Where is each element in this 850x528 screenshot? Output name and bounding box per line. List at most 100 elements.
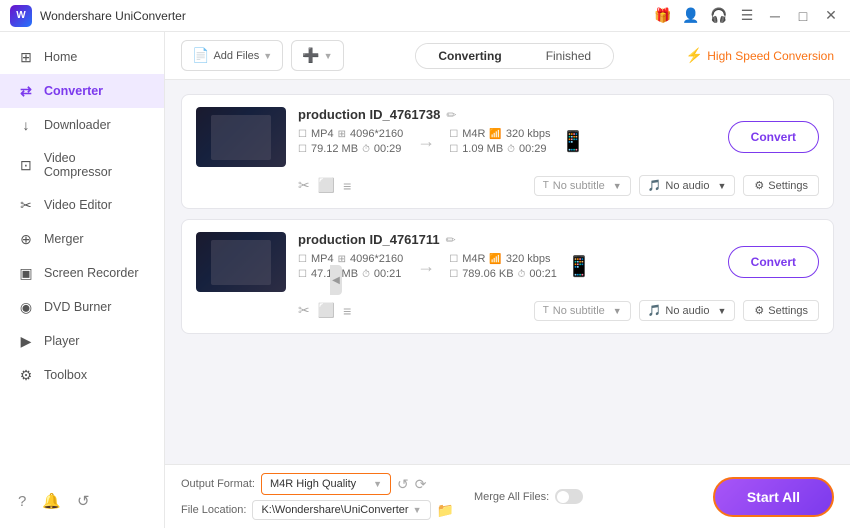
- to-format-icon-2: ☐: [449, 254, 458, 265]
- titlebar: W Wondershare UniConverter 🎁 👤 🎧 ☰ ─ □ ✕: [0, 0, 850, 32]
- from-res-1: 4096*2160: [350, 128, 403, 140]
- to-duration-1: 00:29: [519, 143, 547, 155]
- settings-button-1[interactable]: ⚙ Settings: [743, 175, 819, 196]
- edit-icon-2[interactable]: ✏: [446, 233, 456, 247]
- thumb-silhouette-2: [211, 240, 271, 285]
- sidebar-item-video-compressor[interactable]: ⊡ Video Compressor: [0, 142, 164, 188]
- convert-arrow-1: →: [417, 131, 435, 152]
- app-title: Wondershare UniConverter: [40, 9, 186, 23]
- user-icon[interactable]: 👤: [682, 7, 700, 25]
- output-format-label: Output Format:: [181, 478, 255, 490]
- sidebar-item-home[interactable]: ⊞ Home: [0, 40, 164, 74]
- effects-icon-1[interactable]: ≡: [343, 178, 351, 194]
- convert-button-2[interactable]: Convert: [728, 246, 819, 278]
- start-all-button[interactable]: Start All: [713, 477, 834, 517]
- output-format-chevron: ▼: [373, 479, 382, 489]
- subtitle-icon-1: T: [543, 180, 549, 191]
- to-dur-icon-1: ⏱: [507, 144, 515, 155]
- res-icon-1: ⊞: [338, 129, 346, 140]
- toolbox-icon: ⚙: [18, 367, 34, 383]
- to-duration-2: 00:21: [529, 268, 557, 280]
- refresh-icon-1[interactable]: ↺: [397, 476, 409, 493]
- subtitle-chevron-1: ▼: [613, 181, 622, 191]
- open-folder-icon[interactable]: 📁: [437, 502, 454, 519]
- edit-icon-1[interactable]: ✏: [446, 108, 456, 122]
- device-icon-area-2: 📱: [567, 254, 592, 279]
- output-format-value: M4R High Quality: [270, 478, 356, 490]
- sidebar-item-converter[interactable]: ⇄ Converter: [0, 74, 164, 108]
- audio-select-1[interactable]: 🎵 No audio ▼: [639, 175, 736, 196]
- video-editor-icon: ✂: [18, 197, 34, 213]
- crop-icon-1[interactable]: ⬜: [318, 177, 335, 194]
- effects-icon-2[interactable]: ≡: [343, 303, 351, 319]
- to-size-icon-2: ☐: [449, 269, 458, 280]
- refresh-icon-2[interactable]: ⟳: [415, 476, 427, 493]
- sidebar-item-toolbox[interactable]: ⚙ Toolbox: [0, 358, 164, 392]
- sidebar-label-video-compressor: Video Compressor: [44, 151, 146, 179]
- help-icon[interactable]: ?: [18, 493, 26, 510]
- format-icon-1: ☐: [298, 129, 307, 140]
- sidebar-item-downloader[interactable]: ↓ Downloader: [0, 108, 164, 142]
- add-files-button[interactable]: 📄 Add Files ▼: [181, 40, 283, 71]
- sidebar-item-merger[interactable]: ⊕ Merger: [0, 222, 164, 256]
- meta-to-2: ☐ M4R 📶 320 kbps ☐ 789.06 KB ⏱ 00:21: [449, 253, 557, 280]
- file-card-controls-2: ✂ ⬜ ≡ T No subtitle ▼ 🎵 No audio ▼: [196, 300, 819, 321]
- sidebar-label-dvd-burner: DVD Burner: [44, 300, 111, 314]
- convert-button-1[interactable]: Convert: [728, 121, 819, 153]
- device-icon-1: 📱: [561, 129, 586, 154]
- notification-icon[interactable]: 🔔: [42, 492, 61, 510]
- close-button[interactable]: ✕: [822, 7, 840, 25]
- file-location-select[interactable]: K:\Wondershare\UniConverter ▼: [252, 500, 430, 520]
- sidebar-item-player[interactable]: ▶ Player: [0, 324, 164, 358]
- to-size-2: 789.06 KB: [462, 268, 513, 280]
- file-location-label: File Location:: [181, 504, 246, 516]
- to-bitrate-icon-1: 📶: [489, 129, 501, 140]
- output-format-select[interactable]: M4R High Quality ▼: [261, 473, 391, 495]
- bottom-bar: Output Format: M4R High Quality ▼ ↺ ⟳ Fi…: [165, 464, 850, 528]
- from-duration-2: 00:21: [374, 268, 402, 280]
- menu-icon[interactable]: ☰: [738, 7, 756, 25]
- sidebar-nav: ⊞ Home ⇄ Converter ↓ Downloader ⊡ Video …: [0, 40, 164, 392]
- subtitle-select-2[interactable]: T No subtitle ▼: [534, 301, 631, 321]
- minimize-button[interactable]: ─: [766, 7, 784, 25]
- titlebar-left: W Wondershare UniConverter: [10, 5, 186, 27]
- sidebar-item-screen-recorder[interactable]: ▣ Screen Recorder: [0, 256, 164, 290]
- gift-icon[interactable]: 🎁: [654, 7, 672, 25]
- crop-icon-2[interactable]: ⬜: [318, 302, 335, 319]
- from-duration-1: 00:29: [374, 143, 402, 155]
- high-speed-label: High Speed Conversion: [707, 49, 834, 63]
- audio-select-2[interactable]: 🎵 No audio ▼: [639, 300, 736, 321]
- high-speed-conversion[interactable]: ⚡ High Speed Conversion: [686, 47, 834, 64]
- file-info-2: production ID_4761711 ✏ ☐ MP4 ⊞ 4096*216…: [298, 232, 716, 280]
- sidebar-item-dvd-burner[interactable]: ◉ DVD Burner: [0, 290, 164, 324]
- subtitle-select-1[interactable]: T No subtitle ▼: [534, 176, 631, 196]
- sidebar-item-video-editor[interactable]: ✂ Video Editor: [0, 188, 164, 222]
- sync-icon[interactable]: ↺: [77, 492, 90, 510]
- downloader-icon: ↓: [18, 117, 34, 133]
- merge-label: Merge All Files:: [474, 491, 549, 503]
- headset-icon[interactable]: 🎧: [710, 7, 728, 25]
- file-location-value: K:\Wondershare\UniConverter: [261, 504, 408, 516]
- tab-converting[interactable]: Converting: [416, 44, 523, 68]
- thumb-inner-2: [196, 232, 286, 292]
- to-format-icon-1: ☐: [449, 129, 458, 140]
- from-res-2: 4096*2160: [350, 253, 403, 265]
- output-section: Output Format: M4R High Quality ▼ ↺ ⟳ Fi…: [181, 473, 454, 520]
- cut-icon-1[interactable]: ✂: [298, 177, 310, 194]
- sidebar-label-video-editor: Video Editor: [44, 198, 112, 212]
- sidebar-collapse-handle[interactable]: ◀: [330, 265, 342, 295]
- tab-finished[interactable]: Finished: [524, 44, 613, 68]
- audio-icon-2: 🎵: [648, 304, 662, 317]
- add-files-dropdown-icon: ▼: [263, 51, 272, 61]
- file-location-row: File Location: K:\Wondershare\UniConvert…: [181, 500, 454, 520]
- merge-toggle[interactable]: [555, 489, 583, 504]
- add-more-button[interactable]: ➕ ▼: [291, 40, 343, 71]
- file-card-1: production ID_4761738 ✏ ☐ MP4 ⊞ 4096*216…: [181, 94, 834, 209]
- dur-icon-2: ⏱: [362, 269, 370, 280]
- cut-icon-2[interactable]: ✂: [298, 302, 310, 319]
- maximize-button[interactable]: □: [794, 7, 812, 25]
- settings-button-2[interactable]: ⚙ Settings: [743, 300, 819, 321]
- to-dur-icon-2: ⏱: [518, 269, 526, 280]
- to-size-icon-1: ☐: [449, 144, 458, 155]
- refresh-icons: ↺ ⟳: [397, 476, 426, 493]
